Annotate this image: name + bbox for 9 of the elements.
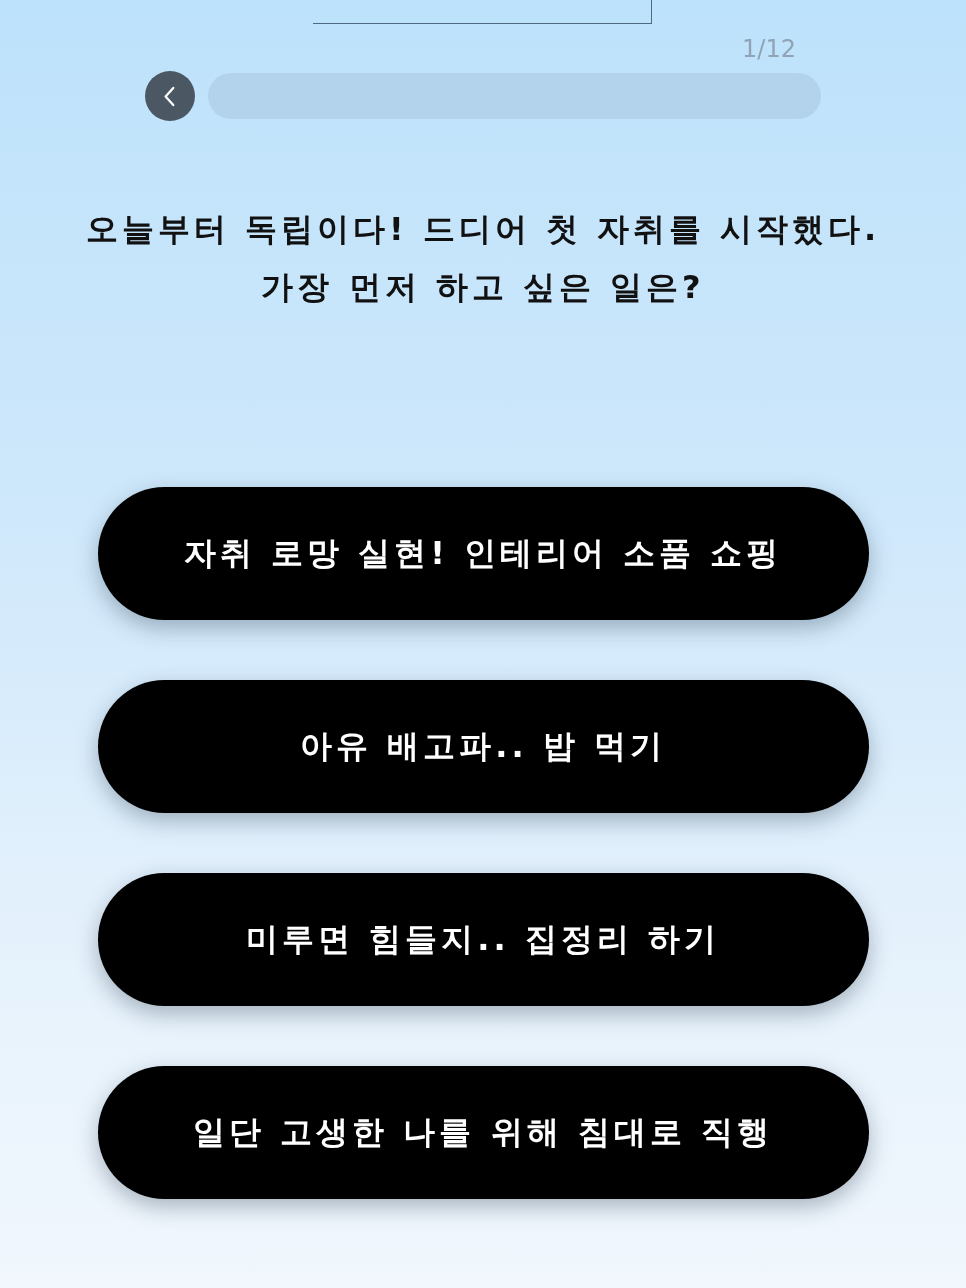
back-button[interactable] [145,71,195,121]
answer-button[interactable]: 자취 로망 실현! 인테리어 소품 쇼핑 [97,487,869,620]
progress-counter: 1/12 [742,35,796,63]
chevron-left-icon [162,85,175,107]
answer-button[interactable]: 아유 배고파.. 밥 먹기 [97,680,869,813]
answer-button[interactable]: 일단 고생한 나를 위해 침대로 직행 [97,1066,869,1199]
answer-button[interactable]: 미루면 힘들지.. 집정리 하기 [97,873,869,1006]
question-text: 가장 먼저 하고 싶은 일은? [261,267,705,308]
question-text: 오늘부터 독립이다! 드디어 첫 자취를 시작했다. [85,209,881,250]
